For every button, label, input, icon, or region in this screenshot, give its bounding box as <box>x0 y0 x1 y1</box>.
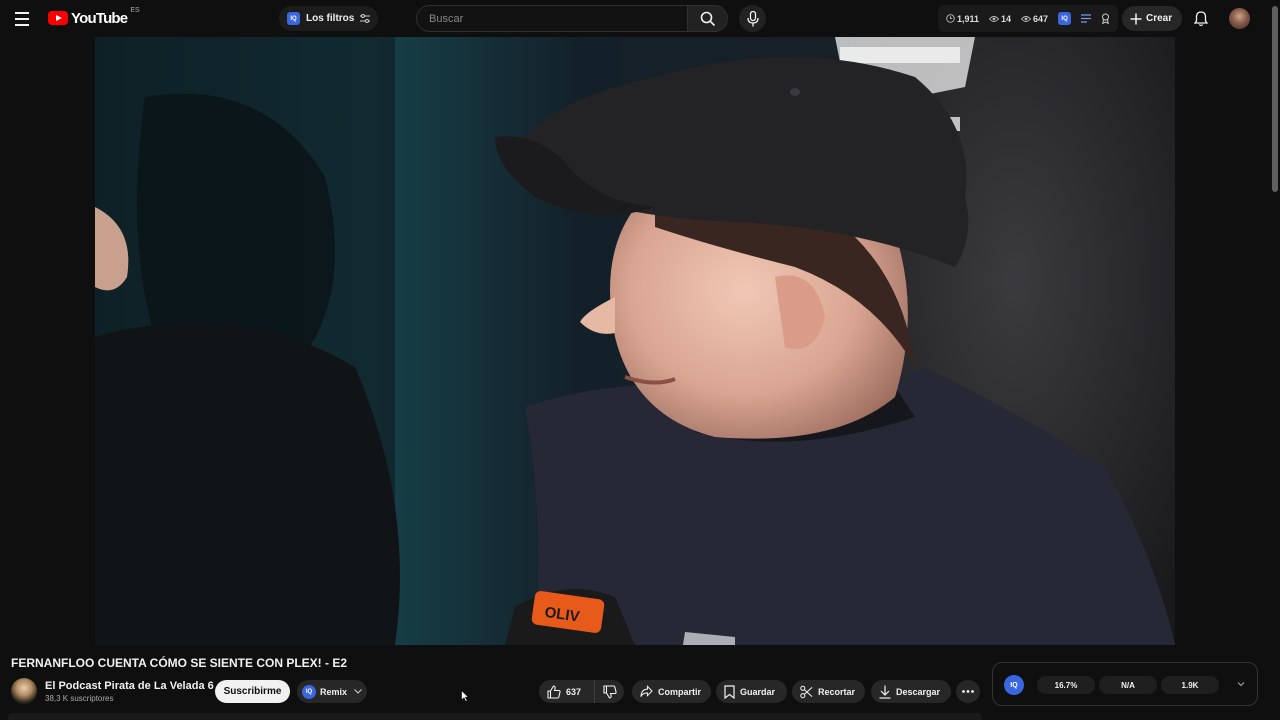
filters-label: Los filtros <box>306 13 355 24</box>
search-box <box>416 5 687 32</box>
voice-search-button[interactable] <box>739 5 766 32</box>
country-code: ES <box>130 7 140 14</box>
comments-stat: 14 <box>989 14 1011 24</box>
views-count: 1,911 <box>957 13 980 24</box>
search-button[interactable] <box>687 5 728 32</box>
remix-button[interactable]: IQ Remix <box>297 680 367 703</box>
top-bar: YouTube ES IQ Los filtros 1,911 14 647 I… <box>0 0 1280 37</box>
save-button[interactable]: Guardar <box>716 680 787 703</box>
iq-metrics-panel: IQ 16.7% N/A 1.9K <box>992 662 1258 706</box>
video-title: FERNANFLOO CUENTA CÓMO SE SIENTE CON PLE… <box>11 656 348 670</box>
scrollbar-thumb[interactable] <box>1272 6 1278 192</box>
bookmark-icon <box>724 684 735 699</box>
comments-count: 14 <box>1001 13 1012 24</box>
search-input[interactable] <box>429 12 675 25</box>
iq-logo-icon[interactable]: IQ <box>1004 675 1024 695</box>
microphone-icon <box>746 10 759 26</box>
share-button[interactable]: Compartir <box>632 680 711 703</box>
sliders-icon <box>360 14 371 23</box>
account-avatar[interactable] <box>1229 8 1250 29</box>
eye-icon <box>989 15 1000 22</box>
clock-icon <box>946 14 955 23</box>
page-scrollbar[interactable] <box>1270 0 1280 720</box>
notifications-button[interactable] <box>1190 8 1212 30</box>
plus-icon <box>1130 13 1142 24</box>
list-icon[interactable] <box>1081 14 1092 23</box>
watching-stat: 647 <box>1021 14 1048 24</box>
extension-stats: 1,911 14 647 IQ <box>938 5 1119 32</box>
views-stat: 1,911 <box>946 14 979 24</box>
youtube-logo[interactable]: YouTube ES <box>48 7 140 28</box>
search-icon <box>700 11 715 26</box>
scissors-icon <box>800 685 813 698</box>
filters-button[interactable]: IQ Los filtros <box>279 6 379 31</box>
eye-icon <box>1021 15 1032 22</box>
iq-metric-na: N/A <box>1099 676 1157 694</box>
download-icon <box>879 685 891 699</box>
channel-name[interactable]: El Podcast Pirata de La Velada 6 <box>45 680 214 692</box>
mouse-cursor-icon <box>461 690 469 702</box>
award-icon[interactable] <box>1101 13 1110 24</box>
thumbs-up-icon <box>547 684 561 699</box>
menu-icon[interactable] <box>12 7 36 31</box>
channel-avatar[interactable] <box>11 678 37 704</box>
create-label: Crear <box>1146 13 1173 24</box>
logo-text: YouTube <box>71 9 128 27</box>
subscriber-count: 38,3 K suscriptores <box>45 694 114 703</box>
more-horizontal-icon <box>962 690 974 693</box>
create-button[interactable]: Crear <box>1122 6 1183 31</box>
watching-count: 647 <box>1033 13 1049 24</box>
download-label: Descargar <box>896 686 941 697</box>
bell-icon <box>1194 11 1208 27</box>
iq-extension-icon: IQ <box>302 684 316 699</box>
iq-metric-views: 1.9K <box>1161 676 1219 694</box>
video-frame: OLIV <box>95 37 1175 645</box>
youtube-play-icon <box>48 11 68 25</box>
chevron-down-icon[interactable] <box>1235 678 1247 690</box>
share-label: Compartir <box>657 686 701 697</box>
remix-label: Remix <box>320 686 348 697</box>
iq-extension-icon[interactable]: IQ <box>1058 12 1072 25</box>
subscribe-button[interactable]: Suscribirme <box>215 680 290 703</box>
share-icon <box>640 685 653 697</box>
dislike-button[interactable] <box>594 680 624 703</box>
clip-label: Recortar <box>817 686 855 697</box>
iq-metric-engagement: 16.7% <box>1037 676 1095 694</box>
chevron-down-icon <box>354 689 362 694</box>
save-label: Guardar <box>740 686 776 697</box>
video-player[interactable]: OLIV <box>95 37 1175 645</box>
like-count: 637 <box>566 686 582 697</box>
thumbs-down-icon <box>602 684 617 699</box>
iq-extension-icon: IQ <box>287 12 300 25</box>
download-button[interactable]: Descargar <box>871 680 951 703</box>
description-box-edge[interactable] <box>8 713 982 720</box>
clip-button[interactable]: Recortar <box>792 680 865 703</box>
more-actions-button[interactable] <box>956 680 980 703</box>
